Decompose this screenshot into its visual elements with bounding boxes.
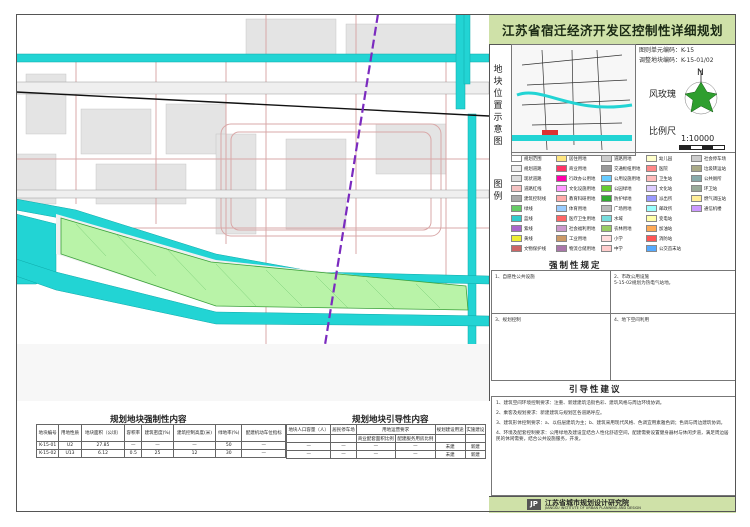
page: 江苏省宿迁经济开发区控制性详细规划 图则单元编码：K-15 调整地块编码：K-1… (0, 0, 750, 527)
sheet-frame (16, 14, 736, 512)
